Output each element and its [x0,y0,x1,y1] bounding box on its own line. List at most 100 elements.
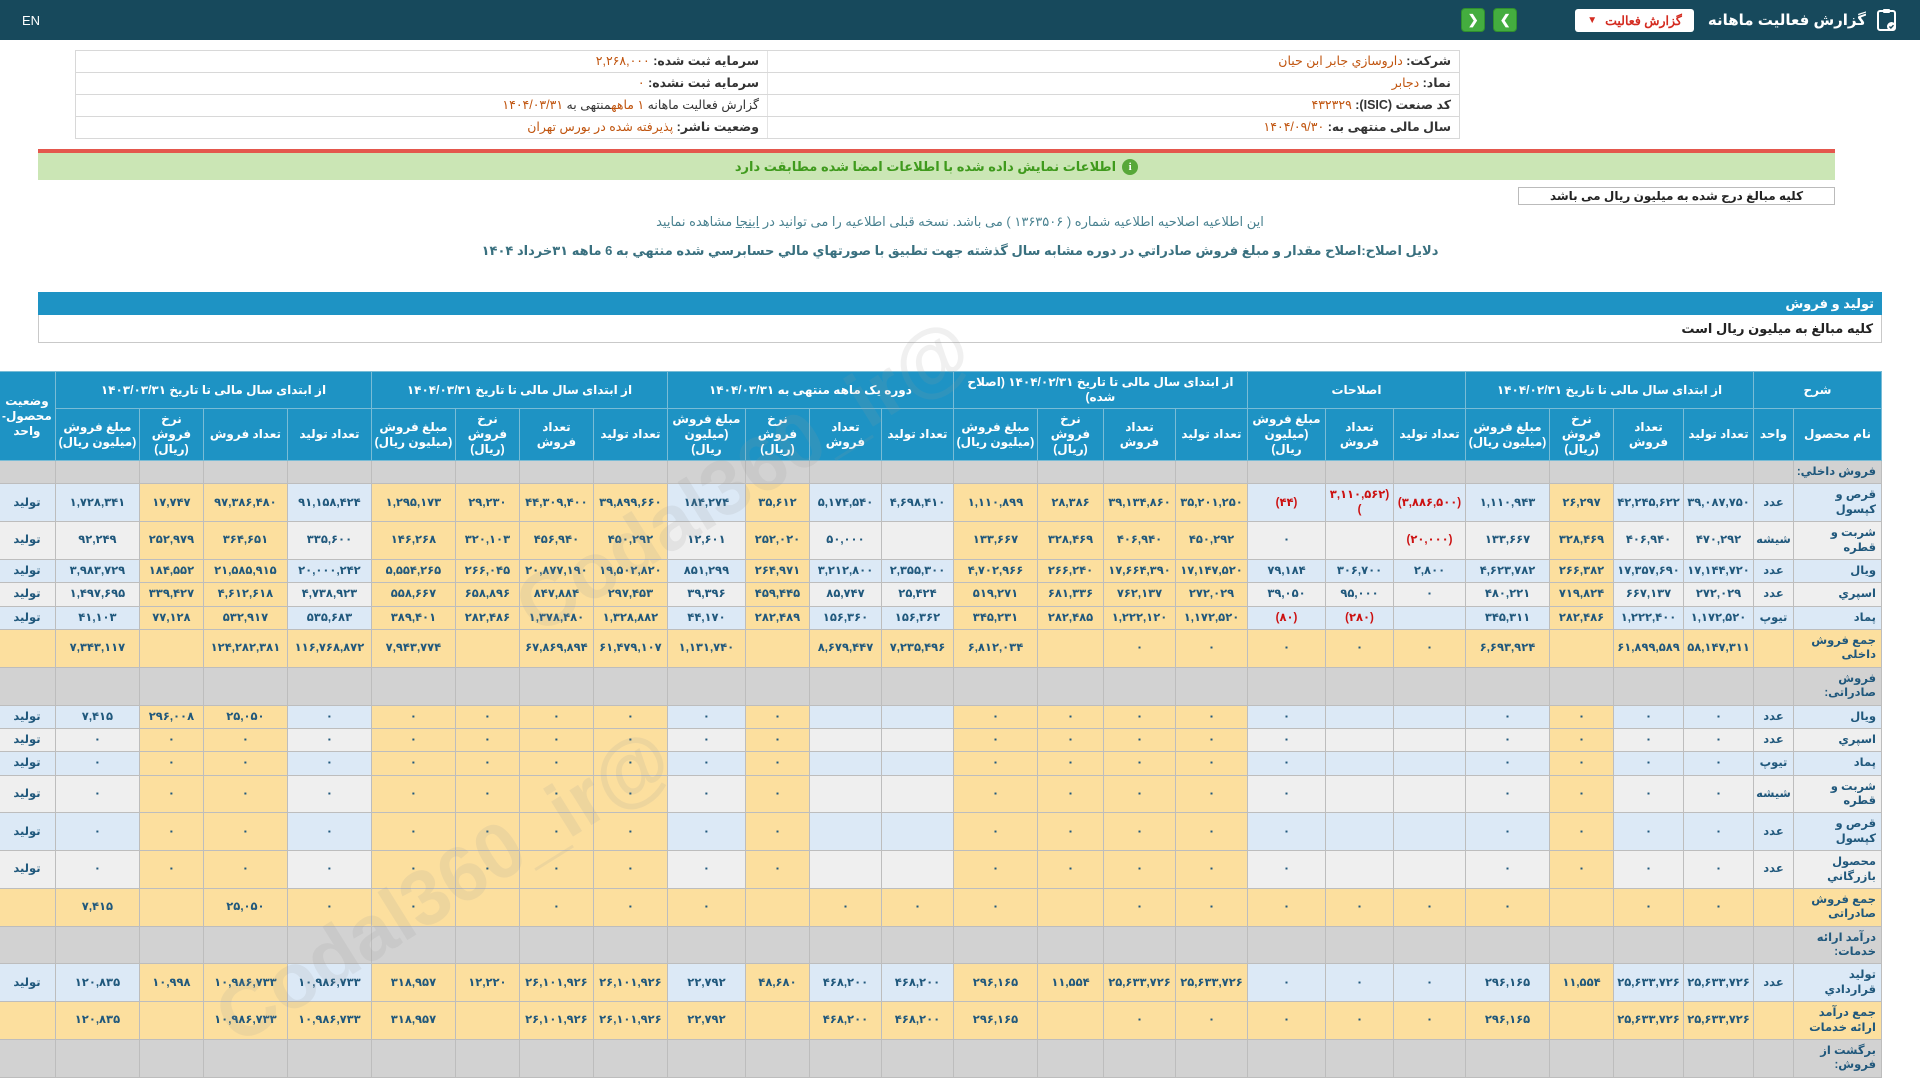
value-cell: ۰ [371,851,455,889]
value-cell: ۰ [455,752,519,775]
value-cell [1103,461,1175,484]
value-cell: ۱۸۴,۲۷۴ [667,484,745,522]
product-name-cell: جمع درآمد ارائه خدمات [1794,1002,1882,1040]
company-info-cell: گزارش فعالیت ماهانه ۱ ماههمنتهی به ۱۴۰۴/… [76,95,767,116]
value-cell: ۱,۱۷۲,۵۲۰ [1175,606,1247,629]
value-cell: ۱۲۴,۲۸۲,۳۸۱ [203,630,287,668]
value-cell: ۰ [55,813,139,851]
value-cell: ۰ [745,752,809,775]
value-cell: ۰ [1247,1002,1325,1040]
value-cell: ۰ [1613,851,1683,889]
value-cell [1325,752,1393,775]
value-cell [1247,667,1325,705]
value-cell: ۰ [1613,813,1683,851]
value-cell: ۹۱,۱۵۸,۴۲۴ [287,484,371,522]
value-cell: ۰ [1465,888,1549,926]
value-cell: (۳,۱۱۰,۵۶۲) [1325,484,1393,522]
info-value: داروسازي جابر ابن حيان [1278,54,1403,68]
col-group-header: از ابتدای سال مالی تا تاریخ ۱۴۰۴/۰۲/۳۱ (… [953,372,1247,409]
value-cell: ۱۰,۹۸۶,۷۳۳ [287,964,371,1002]
value-cell: ۷۶۲,۱۳۷ [1103,583,1175,606]
table-row: پمادتیوپ۰۰۰۰۰۰۰۰۰۰۰۰۰۰۰۰۰۰۰تولید [0,752,1882,775]
info-value: ۱۴۰۴/۰۹/۳۰ [1264,120,1325,134]
value-cell: ۰ [371,888,455,926]
value-cell [881,461,953,484]
table-row: جمع فروش داخلی۵۸,۱۴۷,۳۱۱۶۱,۸۹۹,۵۸۹۶,۶۹۳,… [0,630,1882,668]
col-subheader: تعداد فروش [809,409,881,461]
value-cell: ۱,۲۲۲,۴۰۰ [1613,606,1683,629]
value-cell: ۳۳۵,۶۰۰ [287,522,371,560]
col-subheader: تعداد فروش [519,409,593,461]
value-cell: ۰ [1465,813,1549,851]
info-value: ۱ ماهه [611,98,644,112]
value-cell [745,461,809,484]
table-row: اسپريعدد۲۷۲,۰۲۹۶۶۷,۱۳۷۷۱۹,۸۲۴۴۸۰,۲۲۱۰۹۵,… [0,583,1882,606]
value-cell: ۰ [1175,888,1247,926]
value-cell: ۰ [55,728,139,751]
value-cell: ۰ [1549,752,1613,775]
value-cell: ۳۹,۸۹۹,۶۶۰ [593,484,667,522]
value-cell: ۰ [1393,630,1465,668]
table-row: ویالعدد۰۰۰۰۰۰۰۰۰۰۰۰۰۰۰۰۲۵,۰۵۰۲۹۶,۰۰۸۷,۴۱… [0,705,1882,728]
value-cell [1549,1039,1613,1077]
value-cell: ۱۷,۱۴۴,۷۲۰ [1683,559,1753,582]
value-cell [1037,667,1103,705]
value-cell: ۰ [1613,775,1683,813]
table-row: قرص و کپسولعدد۳۹,۰۸۷,۷۵۰۴۲,۲۴۵,۶۲۲۲۶,۲۹۷… [0,484,1882,522]
value-cell: ۱۹,۵۰۲,۸۲۰ [593,559,667,582]
value-cell: ۰ [1465,775,1549,813]
value-cell [371,1039,455,1077]
page-title: گزارش فعالیت ماهانه [1708,11,1866,29]
value-cell [667,667,745,705]
value-cell [1393,851,1465,889]
col-subheader: تعداد فروش [1103,409,1175,461]
company-info-row: شرکت: داروسازي جابر ابن حيانسرمایه ثبت ش… [76,51,1459,73]
col-subheader: نرخ فروش (ریال) [1549,409,1613,461]
status-cell [0,926,55,964]
table-row: پمادتیوپ۱,۱۷۲,۵۲۰۱,۲۲۲,۴۰۰۲۸۲,۴۸۶۳۴۵,۳۱۱… [0,606,1882,629]
value-cell: ۰ [1175,851,1247,889]
value-cell: ۰ [953,705,1037,728]
value-cell [139,1002,203,1040]
value-cell [953,461,1037,484]
value-cell [1393,667,1465,705]
value-cell [1549,630,1613,668]
value-cell [1103,926,1175,964]
value-cell: ۰ [1247,630,1325,668]
value-cell: ۵,۱۷۴,۵۴۰ [809,484,881,522]
next-report-button[interactable]: ❯ [1493,8,1517,32]
report-type-dropdown[interactable]: گزارش فعالیت ▼ [1575,9,1694,32]
value-cell [371,667,455,705]
value-cell [1175,667,1247,705]
value-cell [1325,705,1393,728]
prev-report-button[interactable]: ❮ [1461,8,1485,32]
col-subheader: مبلغ فروش (میلیون ریال) [953,409,1037,461]
value-cell [139,926,203,964]
info-label: کد صنعت (ISIC): [1352,98,1451,112]
unit-cell [1753,926,1793,964]
value-cell [1393,606,1465,629]
previous-version-link[interactable]: اینجا [736,214,760,229]
product-name-cell: برگشت از فروش: [1794,1039,1882,1077]
value-cell [809,705,881,728]
value-cell: ۰ [1103,888,1175,926]
value-cell: ۰ [1247,705,1325,728]
value-cell: ۰ [953,851,1037,889]
unit-cell [1753,1039,1793,1077]
value-cell: ۰ [455,775,519,813]
value-cell: ۱۱,۵۵۴ [1549,964,1613,1002]
value-cell: ۶,۶۹۳,۹۲۴ [1465,630,1549,668]
value-cell: ۰ [455,813,519,851]
company-info-row: سال مالی منتهی به: ۱۴۰۴/۰۹/۳۰وضعیت ناشر:… [76,117,1459,139]
value-cell: ۳۱۸,۹۵۷ [371,964,455,1002]
value-cell: ۲۵,۶۳۳,۷۲۶ [1683,1002,1753,1040]
language-toggle-en[interactable]: EN [22,13,40,28]
value-cell: ۱,۳۲۸,۸۸۲ [593,606,667,629]
status-cell [0,888,55,926]
status-cell: تولید [0,522,55,560]
value-cell: ۰ [1683,752,1753,775]
value-cell [1103,667,1175,705]
unit-cell: تیوپ [1753,606,1793,629]
value-cell: ۰ [1247,851,1325,889]
col-subheader: تعداد فروش [1613,409,1683,461]
